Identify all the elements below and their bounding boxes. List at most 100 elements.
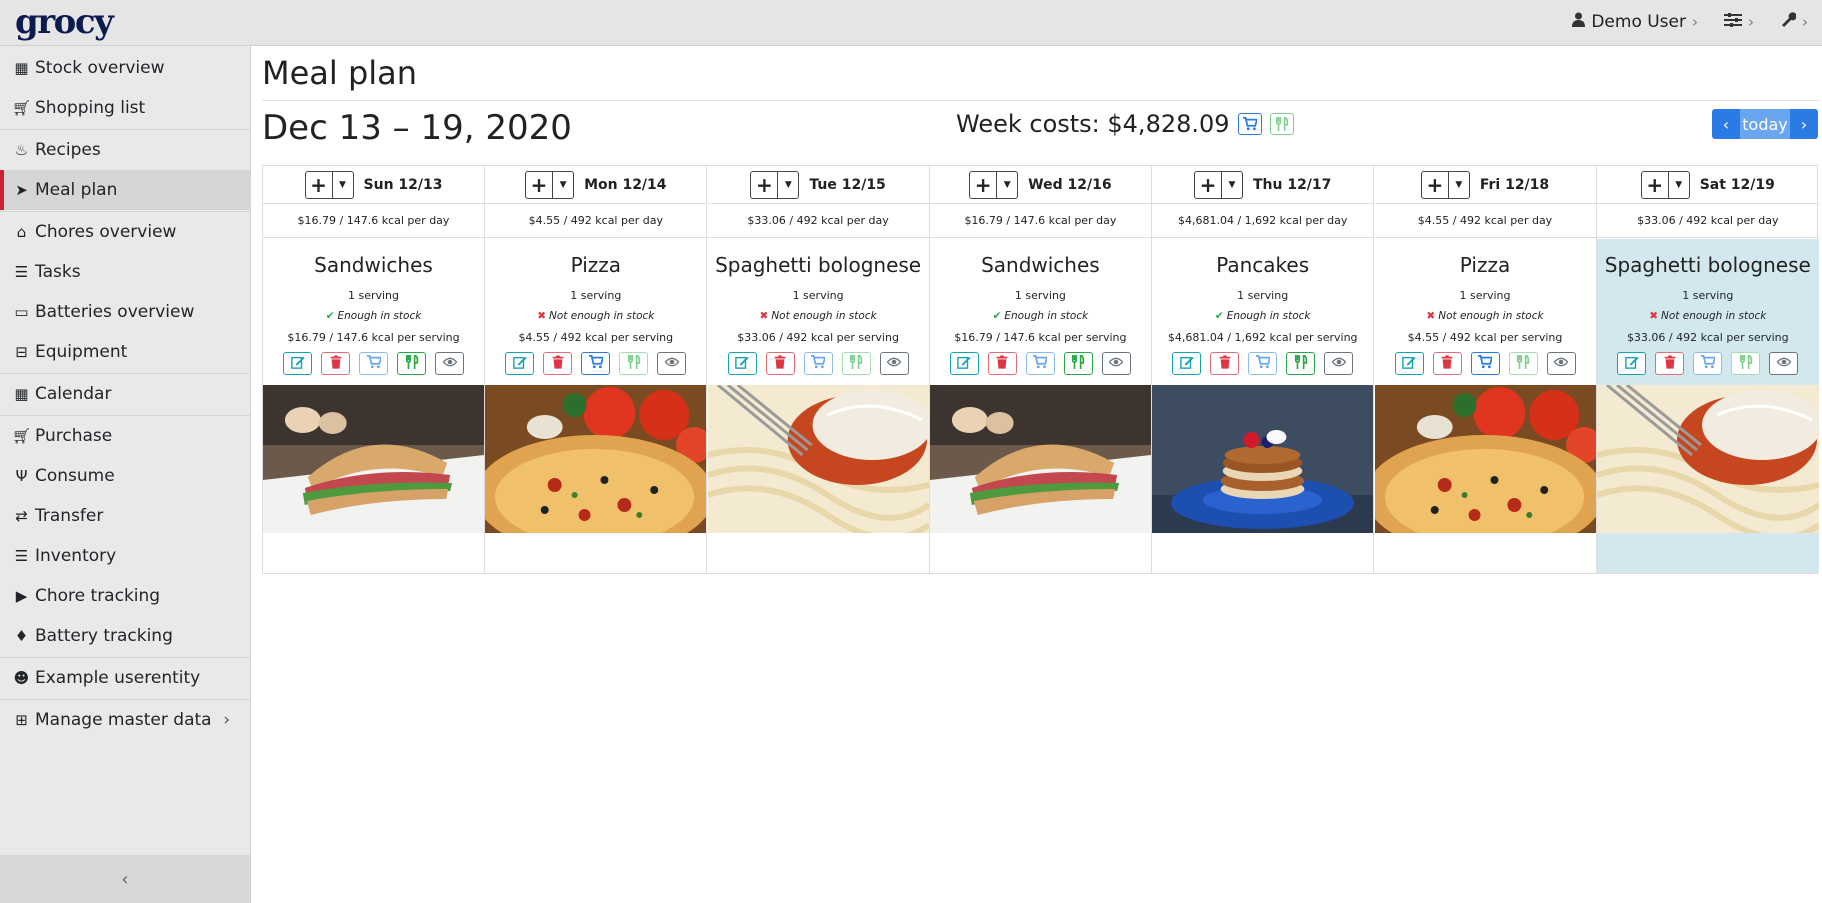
add-meal-dropdown-toggle[interactable]: ▼ (553, 172, 573, 198)
servings: 1 serving (347, 289, 400, 302)
tools-menu[interactable]: › (1780, 11, 1808, 32)
sidebar-item-consume[interactable]: Ψ Consume (0, 456, 250, 496)
user-menu[interactable]: Demo User › (1572, 12, 1698, 32)
consume-icon (849, 353, 863, 373)
add-meal-button[interactable]: + (1642, 171, 1669, 198)
recipe-name[interactable]: Sandwiches (263, 253, 484, 277)
add-week-to-shopping-list-button[interactable] (1237, 113, 1262, 135)
edit-button[interactable] (505, 352, 535, 375)
add-meal-dropdown-toggle[interactable]: ▼ (778, 172, 798, 198)
add-meal-button[interactable]: + (306, 171, 333, 198)
sidebar-item-inventory[interactable]: ☰ Inventory (0, 536, 250, 576)
sidebar-item-purchase[interactable]: 🛒︎ Purchase (0, 416, 250, 456)
add-meal-button[interactable]: + (970, 171, 998, 198)
entry-actions (930, 352, 1151, 375)
settings-menu[interactable]: › (1724, 12, 1754, 32)
consume-button[interactable] (841, 352, 871, 375)
consume-button[interactable] (1731, 352, 1761, 375)
add-to-shopping-list-button[interactable] (1693, 352, 1723, 375)
view-button[interactable] (879, 352, 909, 375)
consume-button[interactable] (1286, 352, 1316, 375)
consume-week-button[interactable] (1269, 113, 1294, 135)
recipe-name[interactable]: Pizza (1375, 253, 1596, 277)
add-to-shopping-list-button[interactable] (1248, 352, 1278, 375)
add-meal-split-button[interactable]: + ▼ (1193, 170, 1243, 199)
sidebar-item-transfer[interactable]: ⇄ Transfer (0, 496, 250, 536)
sidebar-item-equipment[interactable]: ⊟ Equipment (0, 332, 250, 372)
sidebar-item-battery-tracking[interactable]: ♦ Battery tracking (0, 616, 250, 656)
sidebar-item-recipes[interactable]: ♨ Recipes (0, 130, 250, 170)
recipe-name[interactable]: Spaghetti bolognese (708, 253, 929, 277)
add-meal-dropdown-toggle[interactable]: ▼ (1669, 172, 1689, 198)
add-meal-button[interactable]: + (526, 171, 554, 198)
view-button[interactable] (657, 352, 687, 375)
recipe-name[interactable]: Pancakes (1152, 253, 1373, 277)
add-to-shopping-list-button[interactable] (803, 352, 833, 375)
add-meal-button[interactable]: + (751, 171, 779, 198)
delete-button[interactable] (987, 352, 1017, 375)
sidebar-item-manage-master-data[interactable]: ⊞ Manage master data › (0, 700, 250, 740)
sidebar-item-example-userentity[interactable]: ☻ Example userentity (0, 658, 250, 698)
consume-button[interactable] (1063, 352, 1093, 375)
add-meal-dropdown-toggle[interactable]: ▼ (997, 172, 1017, 198)
add-meal-split-button[interactable]: + ▼ (304, 170, 354, 199)
view-button[interactable] (1101, 352, 1131, 375)
sidebar-item-calendar[interactable]: ▦ Calendar (0, 374, 250, 414)
recipe-name[interactable]: Pizza (485, 253, 706, 277)
delete-button[interactable] (1655, 352, 1685, 375)
edit-button[interactable] (1617, 352, 1647, 375)
day-summary: $16.79 / 147.6 kcal per day (929, 204, 1151, 238)
meal-plan-entry: Pancakes 1 serving ✔ Enough in stock $4,6… (1152, 239, 1374, 573)
add-meal-split-button[interactable]: + ▼ (750, 170, 800, 199)
day-header: + ▼ Wed 12/16 (929, 166, 1151, 204)
sidebar-item-shopping-list[interactable]: 🛒︎ Shopping list (0, 88, 250, 128)
today-button[interactable]: today (1740, 109, 1790, 139)
add-meal-split-button[interactable]: + ▼ (969, 170, 1019, 199)
edit-button[interactable] (727, 352, 757, 375)
delete-button[interactable] (1432, 352, 1462, 375)
sidebar-item-stock-overview[interactable]: ▦ Stock overview (0, 48, 250, 88)
delete-button[interactable] (765, 352, 795, 375)
view-button[interactable] (1769, 352, 1799, 375)
add-meal-button[interactable]: + (1195, 171, 1222, 198)
next-week-button[interactable]: › (1790, 109, 1818, 139)
consume-button[interactable] (619, 352, 649, 375)
consume-button[interactable] (1508, 352, 1538, 375)
delete-button[interactable] (1210, 352, 1240, 375)
view-button[interactable] (1546, 352, 1576, 375)
caret-down-icon: ▼ (1003, 179, 1011, 190)
add-meal-dropdown-toggle[interactable]: ▼ (333, 172, 353, 198)
edit-button[interactable] (1394, 352, 1424, 375)
delete-button[interactable] (543, 352, 573, 375)
delete-button[interactable] (321, 352, 350, 375)
add-meal-button[interactable]: + (1422, 171, 1449, 198)
add-to-shopping-list-button[interactable] (1470, 352, 1500, 375)
add-meal-split-button[interactable]: + ▼ (1640, 170, 1690, 199)
per-serving: $4,681.04 / 1,692 kcal per serving (1167, 331, 1358, 344)
recipe-name[interactable]: Spaghetti bolognese (1597, 253, 1819, 277)
consume-button[interactable] (397, 352, 426, 375)
sidebar-item-chores-overview[interactable]: ⌂ Chores overview (0, 212, 250, 252)
add-to-shopping-list-button[interactable] (359, 352, 388, 375)
sidebar-collapse-button[interactable]: ‹ (0, 855, 250, 903)
sidebar-item-batteries-overview[interactable]: ▭ Batteries overview (0, 292, 250, 332)
grocy-logo[interactable]: grocy (15, 2, 114, 42)
add-meal-dropdown-toggle[interactable]: ▼ (1449, 172, 1469, 198)
edit-button[interactable] (1172, 352, 1202, 375)
add-to-shopping-list-button[interactable] (581, 352, 611, 375)
sidebar-item-chore-tracking[interactable]: ▶ Chore tracking (0, 576, 250, 616)
edit-button[interactable] (949, 352, 979, 375)
edit-button[interactable] (283, 352, 312, 375)
view-button[interactable] (435, 352, 464, 375)
add-to-shopping-list-button[interactable] (1025, 352, 1055, 375)
sidebar-item-tasks[interactable]: ☰ Tasks (0, 252, 250, 292)
add-meal-dropdown-toggle[interactable]: ▼ (1222, 172, 1242, 198)
add-meal-split-button[interactable]: + ▼ (525, 170, 575, 199)
sidebar-item-meal-plan[interactable]: ➤ Meal plan (0, 170, 250, 210)
edit-icon (290, 354, 305, 373)
previous-week-button[interactable]: ‹ (1712, 109, 1740, 139)
view-button[interactable] (1324, 352, 1354, 375)
recipe-name[interactable]: Sandwiches (930, 253, 1151, 277)
add-meal-split-button[interactable]: + ▼ (1420, 170, 1470, 199)
delete-icon (1218, 354, 1232, 373)
